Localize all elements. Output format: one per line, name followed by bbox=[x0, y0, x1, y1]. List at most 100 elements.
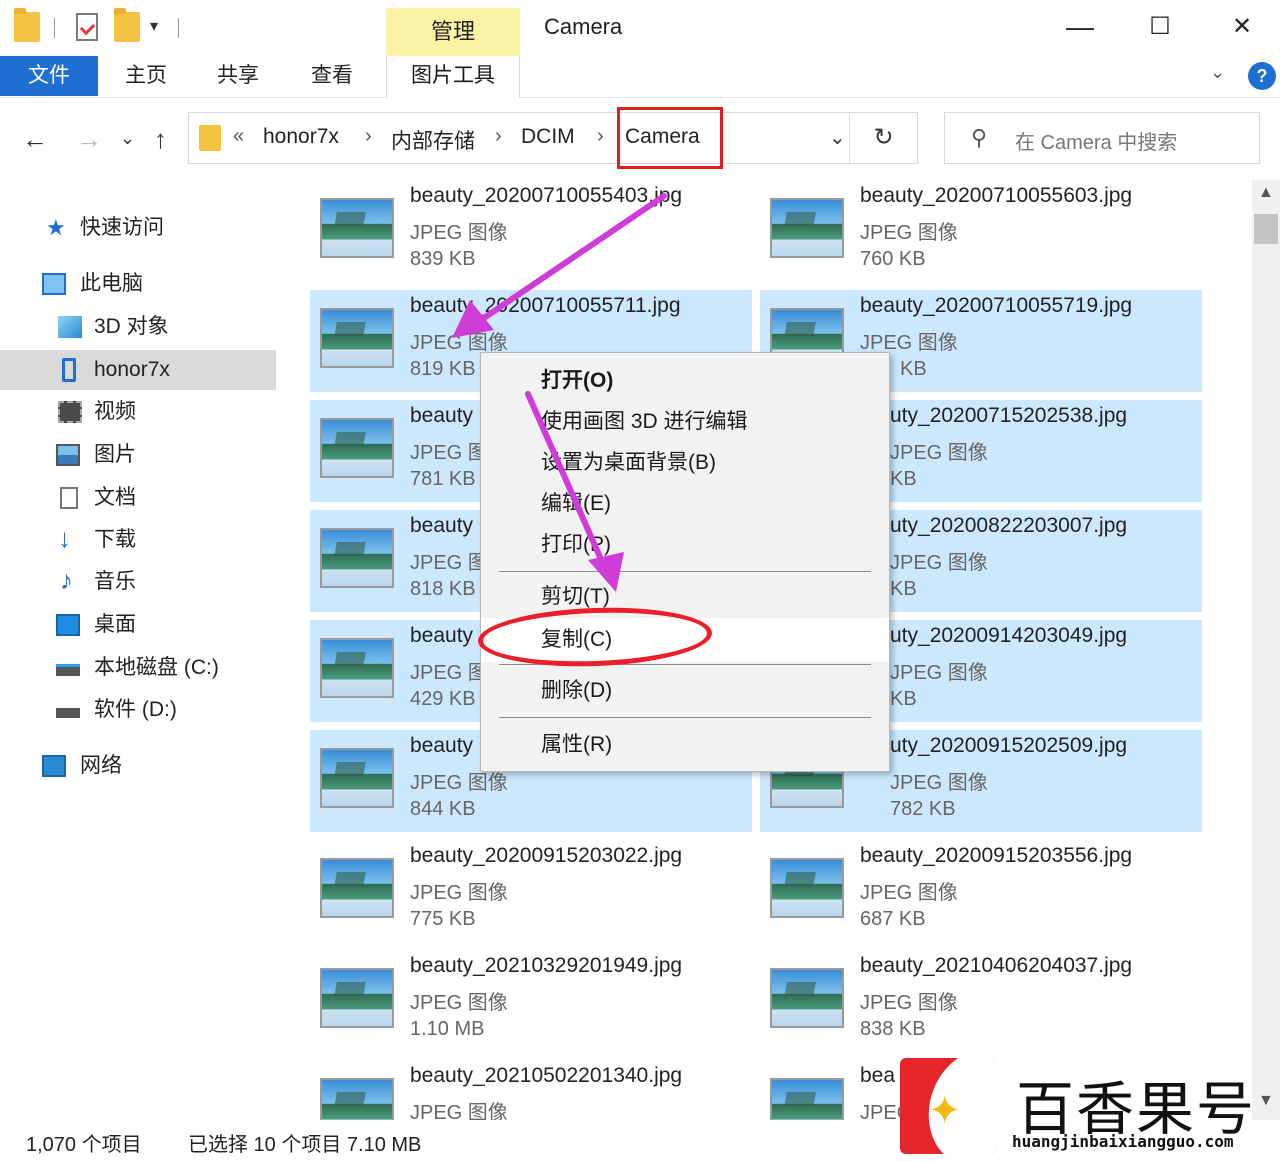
sidebar-item-pictures[interactable]: 图片 bbox=[0, 435, 276, 475]
sidebar-item-downloads[interactable]: ↓ 下载 bbox=[0, 520, 276, 560]
sidebar-item-videos[interactable]: 视频 bbox=[0, 392, 276, 432]
back-button[interactable]: ← bbox=[22, 124, 48, 155]
sidebar-item-label: 软件 (D:) bbox=[94, 698, 177, 721]
new-folder-icon[interactable] bbox=[114, 8, 140, 42]
file-type: JPEG 图像 bbox=[410, 882, 508, 904]
sidebar-item-quick-access[interactable]: ★ 快速访问 bbox=[0, 208, 276, 248]
file-type: JPEG 图像 bbox=[890, 772, 988, 794]
sidebar-item-desktop[interactable]: 桌面 bbox=[0, 605, 276, 645]
file-type: JPEG 图像 bbox=[410, 1102, 508, 1120]
cube-icon bbox=[58, 316, 82, 338]
breadcrumb-internal-storage[interactable]: 内部存储 bbox=[391, 125, 475, 155]
breadcrumb-honor7x[interactable]: honor7x bbox=[263, 125, 339, 149]
file-size: 819 KB bbox=[410, 358, 476, 380]
sidebar-item-documents[interactable]: 文档 bbox=[0, 478, 276, 518]
forward-button[interactable]: → bbox=[76, 124, 102, 155]
image-thumbnail bbox=[770, 1078, 844, 1120]
tab-manage[interactable]: 管理 bbox=[386, 8, 520, 56]
sidebar-item-3d-objects[interactable]: 3D 对象 bbox=[0, 307, 276, 347]
sidebar-item-music[interactable]: ♪ 音乐 bbox=[0, 562, 276, 602]
file-name: uty_20200915202509.jpg bbox=[890, 734, 1128, 757]
tab-share[interactable]: 共享 bbox=[200, 56, 276, 96]
file-item[interactable]: beauty_20200710055603.jpg JPEG 图像 760 KB bbox=[760, 180, 1202, 282]
file-type: JPEG 图像 bbox=[410, 332, 508, 354]
desktop-icon bbox=[56, 614, 80, 636]
phone-icon bbox=[62, 358, 76, 382]
file-item[interactable]: beauty_20200915203022.jpg JPEG 图像 775 KB bbox=[310, 840, 752, 942]
sidebar-item-label: 本地磁盘 (C:) bbox=[94, 656, 219, 679]
title-bar: ▾ 管理 Camera — ☐ ✕ bbox=[0, 0, 1280, 56]
sidebar-item-drive-c[interactable]: 本地磁盘 (C:) bbox=[0, 648, 276, 688]
watermark: 百香果号 huangjinbaixiangguo.com bbox=[900, 1058, 1270, 1158]
image-thumbnail bbox=[770, 858, 844, 918]
file-size: 775 KB bbox=[410, 908, 476, 930]
scroll-up-arrow[interactable]: ▲ bbox=[1258, 184, 1274, 202]
file-item[interactable]: beauty_20210406204037.jpg JPEG 图像 838 KB bbox=[760, 950, 1202, 1052]
image-thumbnail bbox=[320, 1078, 394, 1120]
breadcrumb-separator[interactable]: › bbox=[365, 125, 372, 148]
address-bar[interactable]: « honor7x › 内部存储 › DCIM › Camera ⌄ ↻ bbox=[188, 107, 918, 169]
close-button[interactable]: ✕ bbox=[1222, 8, 1262, 48]
minimize-button[interactable]: — bbox=[1060, 8, 1100, 48]
sidebar-item-honor7x[interactable]: honor7x bbox=[0, 350, 276, 390]
tab-home[interactable]: 主页 bbox=[108, 56, 184, 96]
search-input[interactable]: ⚲ 在 Camera 中搜索 bbox=[944, 112, 1260, 164]
menu-separator bbox=[499, 571, 871, 572]
breadcrumb-separator[interactable]: › bbox=[495, 125, 502, 148]
ribbon-tabs: 文件 主页 共享 查看 图片工具 ⌄ ? bbox=[0, 56, 1280, 98]
refresh-button[interactable]: ↻ bbox=[849, 113, 917, 163]
file-name: beauty_20200915203022.jpg bbox=[410, 844, 683, 867]
file-size: 839 KB bbox=[410, 248, 476, 270]
sidebar-item-label: 音乐 bbox=[94, 570, 136, 593]
chevron-down-icon[interactable]: ⌄ bbox=[829, 125, 846, 150]
menu-item-label: 打开(O) bbox=[541, 369, 614, 392]
file-size: KB bbox=[890, 468, 917, 490]
navigation-bar: ← → ⌄ ↑ « honor7x › 内部存储 › DCIM › Camera… bbox=[0, 98, 1280, 180]
quick-access-dropdown[interactable]: ▾ bbox=[150, 16, 158, 36]
menu-item-edit-paint3d[interactable]: 使用画图 3D 进行编辑 bbox=[481, 402, 889, 442]
help-icon[interactable]: ? bbox=[1248, 62, 1276, 90]
menu-item-delete[interactable]: 删除(D) bbox=[481, 671, 889, 711]
image-thumbnail bbox=[320, 968, 394, 1028]
sidebar-item-drive-d[interactable]: 软件 (D:) bbox=[0, 690, 276, 730]
folder-icon[interactable] bbox=[14, 8, 40, 42]
file-item[interactable]: beauty_20210329201949.jpg JPEG 图像 1.10 M… bbox=[310, 950, 752, 1052]
breadcrumb-overflow[interactable]: « bbox=[233, 125, 244, 148]
menu-item-properties[interactable]: 属性(R) bbox=[481, 725, 889, 765]
menu-item-cut[interactable]: 剪切(T) bbox=[481, 577, 889, 617]
menu-item-edit[interactable]: 编辑(E) bbox=[481, 484, 889, 524]
file-size: 818 KB bbox=[410, 578, 476, 600]
menu-item-label: 使用画图 3D 进行编辑 bbox=[541, 410, 748, 433]
sidebar-item-label: 快速访问 bbox=[80, 216, 164, 239]
file-item[interactable]: beauty_20210502201340.jpg JPEG 图像 bbox=[310, 1060, 752, 1120]
file-name: beauty bbox=[410, 734, 474, 757]
breadcrumb-separator[interactable]: › bbox=[597, 125, 604, 148]
scroll-thumb[interactable] bbox=[1254, 214, 1278, 244]
file-item[interactable]: beauty_20200915203556.jpg JPEG 图像 687 KB bbox=[760, 840, 1202, 942]
documents-icon bbox=[60, 487, 78, 509]
file-type: JPEG 图像 bbox=[860, 332, 958, 354]
file-name: uty_20200914203049.jpg bbox=[890, 624, 1128, 647]
menu-item-label: 删除(D) bbox=[541, 679, 613, 702]
file-name: beauty_20200710055719.jpg bbox=[860, 294, 1133, 317]
vertical-scrollbar[interactable]: ▲ ▼ bbox=[1252, 180, 1280, 1120]
tab-picture-tools[interactable]: 图片工具 bbox=[386, 56, 520, 98]
maximize-button[interactable]: ☐ bbox=[1140, 8, 1180, 48]
sidebar-item-network[interactable]: 网络 bbox=[0, 746, 276, 786]
tab-file[interactable]: 文件 bbox=[0, 56, 98, 96]
recent-locations-button[interactable]: ⌄ bbox=[120, 128, 135, 149]
sidebar-item-label: 下载 bbox=[94, 528, 136, 551]
menu-item-open[interactable]: 打开(O) bbox=[481, 361, 889, 401]
file-item[interactable]: beauty_20200710055403.jpg JPEG 图像 839 KB bbox=[310, 180, 752, 282]
properties-check-icon[interactable] bbox=[76, 13, 98, 41]
up-button[interactable]: ↑ bbox=[154, 124, 167, 155]
sidebar-item-this-pc[interactable]: 此电脑 bbox=[0, 264, 276, 304]
tab-view[interactable]: 查看 bbox=[294, 56, 370, 96]
image-thumbnail bbox=[320, 308, 394, 368]
chevron-down-icon[interactable]: ⌄ bbox=[1210, 62, 1225, 83]
breadcrumb-dcim[interactable]: DCIM bbox=[521, 125, 575, 149]
file-size: 838 KB bbox=[860, 1018, 926, 1040]
menu-item-print[interactable]: 打印(P) bbox=[481, 525, 889, 565]
context-menu: 打开(O) 使用画图 3D 进行编辑 设置为桌面背景(B) 编辑(E) 打印(P… bbox=[480, 352, 890, 772]
menu-item-set-wallpaper[interactable]: 设置为桌面背景(B) bbox=[481, 443, 889, 483]
